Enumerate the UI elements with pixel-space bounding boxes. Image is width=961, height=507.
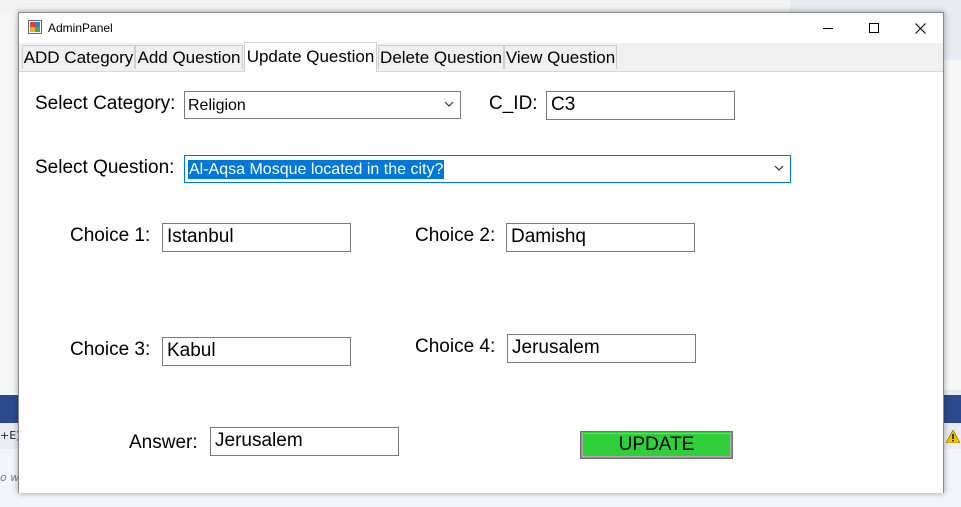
cid-label: C_ID: <box>489 93 538 114</box>
admin-panel-window: AdminPanel ADD Category Add Question Upd… <box>18 12 944 493</box>
close-icon <box>914 22 926 34</box>
choice1-label: Choice 1: <box>70 225 151 246</box>
minimize-button[interactable] <box>805 13 851 43</box>
tab-add-category[interactable]: ADD Category <box>22 45 135 69</box>
background-text-fragment-2: o w <box>0 471 20 484</box>
choice4-label: Choice 4: <box>415 336 496 357</box>
question-select[interactable]: Al-Aqsa Mosque located in the city? <box>184 155 791 183</box>
update-question-panel <box>19 71 943 493</box>
cid-field[interactable]: C3 <box>546 91 735 120</box>
minimize-icon <box>823 28 833 29</box>
tab-delete-question[interactable]: Delete Question <box>378 45 504 69</box>
maximize-button[interactable] <box>851 13 897 43</box>
tab-view-question[interactable]: View Question <box>504 45 617 69</box>
window-title: AdminPanel <box>48 21 113 35</box>
answer-label: Answer: <box>129 432 198 453</box>
tab-add-question[interactable]: Add Question <box>135 45 243 69</box>
title-bar[interactable]: AdminPanel <box>19 13 943 43</box>
warning-icon <box>946 430 960 443</box>
background-scroll-strip <box>942 60 961 390</box>
choice4-field[interactable]: Jerusalem <box>507 334 696 363</box>
maximize-icon <box>869 23 879 33</box>
app-icon <box>28 20 42 34</box>
select-category-label: Select Category: <box>35 93 176 114</box>
answer-field[interactable]: Jerusalem <box>210 427 399 456</box>
choice2-label: Choice 2: <box>415 225 496 246</box>
chevron-down-icon <box>774 165 784 171</box>
close-button[interactable] <box>897 13 943 43</box>
select-question-label: Select Question: <box>35 157 175 178</box>
choice2-field[interactable]: Damishq <box>506 223 695 252</box>
question-select-value: Al-Aqsa Mosque located in the city? <box>188 160 445 179</box>
update-button[interactable]: UPDATE <box>580 431 733 459</box>
tab-update-question[interactable]: Update Question <box>244 42 377 72</box>
category-select-value: Religion <box>188 97 246 114</box>
choice3-field[interactable]: Kabul <box>162 337 351 366</box>
chevron-down-icon <box>444 101 454 107</box>
category-select[interactable]: Religion <box>184 91 461 119</box>
choice1-field[interactable]: Istanbul <box>162 223 351 252</box>
choice3-label: Choice 3: <box>70 339 151 360</box>
